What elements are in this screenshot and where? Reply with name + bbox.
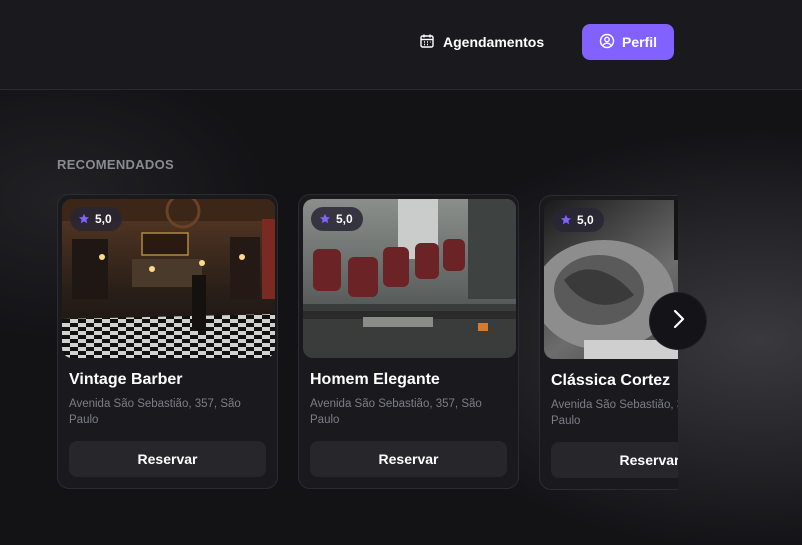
reserve-button[interactable]: Reservar (69, 441, 266, 477)
card-address: Avenida São Sebastião, 357, São Paulo (69, 398, 241, 426)
barbershop-card: 5,0 Vintage Barber Avenida São Sebastião… (57, 194, 278, 489)
rating-value: 5,0 (95, 212, 112, 226)
appointments-label: Agendamentos (443, 34, 545, 50)
reserve-button[interactable]: Reservar (551, 442, 678, 478)
appointments-link[interactable]: Agendamentos (419, 31, 544, 53)
card-title: Vintage Barber (69, 371, 183, 388)
star-icon (560, 214, 572, 226)
profile-button[interactable]: Perfil (582, 24, 674, 60)
rating-value: 5,0 (336, 212, 353, 226)
card-address: Avenida São Sebastião, 357, São Paulo (551, 399, 678, 427)
reserve-button[interactable]: Reservar (310, 441, 507, 477)
card-title: Homem Elegante (310, 371, 440, 388)
calendar-icon (419, 33, 435, 52)
rating-badge: 5,0 (311, 207, 363, 231)
star-icon (319, 213, 331, 225)
chevron-right-icon (668, 307, 688, 336)
star-icon (78, 213, 90, 225)
section-title: RECOMENDADOS (57, 157, 174, 172)
profile-label: Perfil (621, 34, 657, 50)
user-circle-icon (599, 33, 615, 52)
barbershop-image: 5,0 (303, 199, 516, 358)
recommended-carousel: 5,0 Vintage Barber Avenida São Sebastião… (57, 194, 678, 490)
top-header: Agendamentos Perfil (0, 0, 802, 90)
rating-value: 5,0 (577, 213, 594, 227)
rating-badge: 5,0 (552, 208, 604, 232)
card-title: Clássica Cortez (551, 372, 671, 389)
barbershop-image: 5,0 (62, 199, 275, 358)
card-address: Avenida São Sebastião, 357, São Paulo (310, 398, 482, 426)
barbershop-card: 5,0 Homem Elegante Avenida São Sebastião… (298, 194, 519, 489)
rating-badge: 5,0 (70, 207, 122, 231)
barbershop-card: 5,0 Clássica Cortez Avenida São Sebastiã… (539, 195, 678, 490)
carousel-next-button[interactable] (650, 293, 706, 349)
